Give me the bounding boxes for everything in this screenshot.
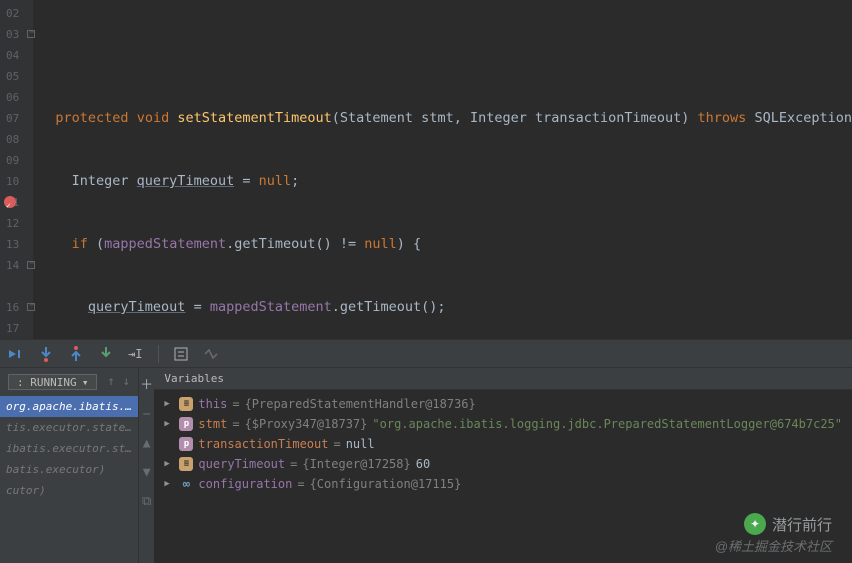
trace-icon[interactable] <box>203 346 219 362</box>
breakpoint-icon[interactable] <box>4 196 16 208</box>
watermark: ✦ 潜行前行 <box>744 513 832 535</box>
move-up-icon[interactable]: ▲ <box>143 436 151 451</box>
move-down-icon[interactable]: ▼ <box>143 465 151 480</box>
thread-dropdown[interactable]: : RUNNING▾ <box>8 374 97 390</box>
evaluate-icon[interactable] <box>173 346 189 362</box>
chevron-down-icon: ▾ <box>82 376 89 389</box>
svg-text:⇥I: ⇥I <box>128 347 142 361</box>
link-icon: ∞ <box>179 477 193 491</box>
frames-panel: : RUNNING▾ ↑ ↓ org.apache.ibatis.executo… <box>0 368 139 563</box>
run-to-cursor-icon[interactable] <box>98 346 114 362</box>
add-watch-icon[interactable]: ＋ <box>140 374 153 393</box>
param-icon: p <box>179 437 193 451</box>
next-frame-icon[interactable]: ↓ <box>123 374 130 390</box>
param-icon: p <box>179 417 193 431</box>
variables-toolbar: ＋ − ▲ ▼ ⧉ <box>139 368 154 563</box>
expand-icon[interactable]: ▶ <box>164 459 174 469</box>
wechat-icon: ✦ <box>744 513 766 535</box>
code-editor[interactable]: 02 03 04 05 06 07 08 09 10 11 12 13 14 1… <box>0 0 852 340</box>
debug-toolbar: ⇥I <box>0 340 852 368</box>
variable-row[interactable]: ▶ ∞ configuration = {Configuration@17115… <box>154 474 852 494</box>
stack-frame[interactable]: cutor) <box>0 480 138 501</box>
expand-icon[interactable]: ▶ <box>164 479 174 489</box>
expand-icon[interactable]: ▶ <box>164 419 174 429</box>
prev-frame-icon[interactable]: ↑ <box>107 374 114 390</box>
object-icon: ≡ <box>179 457 193 471</box>
copy-icon[interactable]: ⧉ <box>142 494 151 509</box>
stack-frame[interactable]: batis.executor) <box>0 459 138 480</box>
variables-header: Variables <box>154 368 852 390</box>
step-out-icon[interactable] <box>68 346 84 362</box>
watermark-sub: @稀土掘金技术社区 <box>715 536 832 555</box>
remove-watch-icon[interactable]: − <box>143 407 151 422</box>
step-into-icon[interactable] <box>38 346 54 362</box>
variable-row[interactable]: ▶ p stmt = {$Proxy347@18737} "org.apache… <box>154 414 852 434</box>
line-gutter: 02 03 04 05 06 07 08 09 10 11 12 13 14 1… <box>0 0 25 339</box>
debug-panel: : RUNNING▾ ↑ ↓ org.apache.ibatis.executo… <box>0 368 852 563</box>
step-over-icon[interactable] <box>8 346 24 362</box>
fold-column <box>25 0 33 339</box>
variable-row[interactable]: p transactionTimeout = null <box>154 434 852 454</box>
drop-frame-icon[interactable]: ⇥I <box>128 346 144 362</box>
stack-frame[interactable]: org.apache.ibatis.executor.statement) <box>0 396 138 417</box>
object-icon: ≡ <box>179 397 193 411</box>
expand-icon[interactable]: ▶ <box>164 399 174 409</box>
variable-row[interactable]: ▶ ≡ this = {PreparedStatementHandler@187… <box>154 394 852 414</box>
code-area[interactable]: protected void setStatementTimeout(State… <box>33 0 852 339</box>
variable-row[interactable]: ▶ ≡ queryTimeout = {Integer@17258} 60 <box>154 454 852 474</box>
stack-frame[interactable]: tis.executor.statement) <box>0 417 138 438</box>
stack-frame[interactable]: ibatis.executor.statement) <box>0 438 138 459</box>
